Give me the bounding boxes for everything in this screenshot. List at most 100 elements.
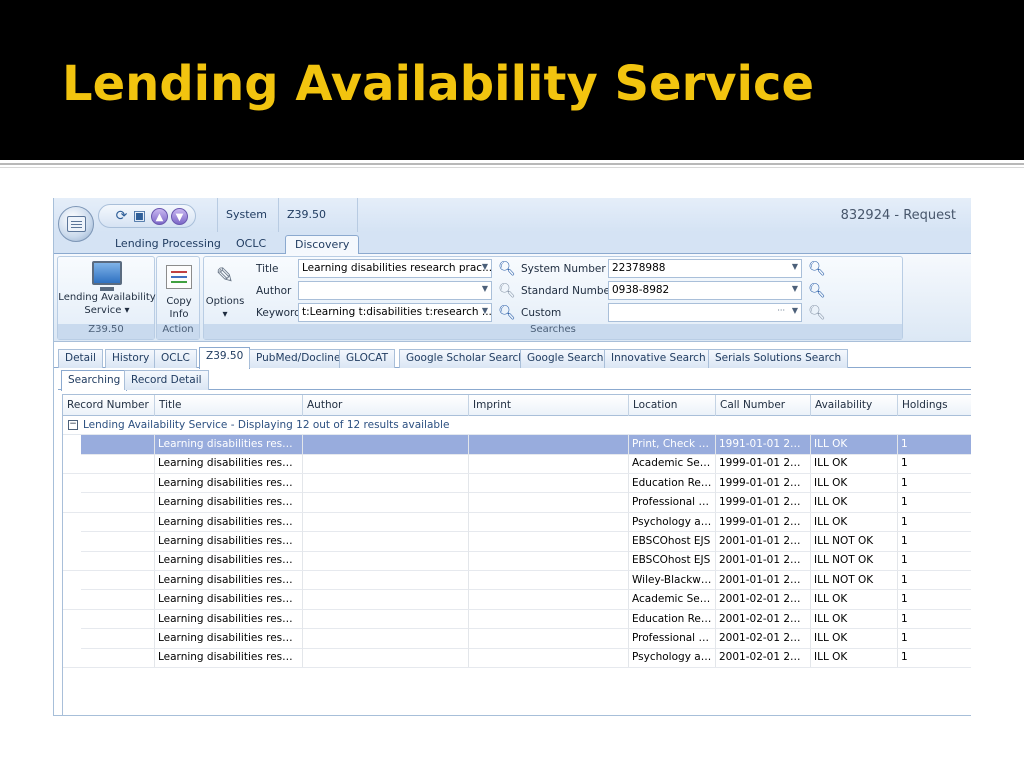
tab-lending-processing[interactable]: Lending Processing [106, 235, 230, 254]
copy-info-button[interactable]: Copy Info [157, 259, 201, 321]
cell-imprint [469, 532, 629, 551]
tab-pubmed-docline[interactable]: PubMed/Docline [249, 349, 348, 368]
tab-google-search[interactable]: Google Search [520, 349, 611, 368]
context-tab-system[interactable]: System [217, 198, 277, 232]
cell-availability: ILL OK [811, 473, 898, 493]
context-tab-z3950[interactable]: Z39.50 [278, 198, 358, 232]
options-button[interactable]: ✎ Options ▾ [204, 259, 246, 321]
cell-call-number: 1999-01-01 200... [716, 512, 811, 532]
table-row[interactable]: Learning disabilities researc... Professi… [63, 493, 971, 513]
title-field[interactable]: Learning disabilities research prac... ▼ [298, 259, 492, 278]
tab-discovery[interactable]: Discovery [285, 235, 360, 255]
cell-location: Psychology an... [629, 512, 716, 532]
cell-imprint [469, 454, 629, 474]
table-row[interactable]: Learning disabilities researc... Psycholo… [63, 648, 971, 668]
cell-holdings: 1 [898, 454, 971, 473]
search-icon[interactable]: 🔍︎ [808, 304, 826, 322]
row-indent [63, 512, 81, 532]
record-tabs: Detail History OCLC Z39.50 PubMed/Doclin… [54, 346, 971, 369]
cell-title: Learning disabilities researc... [155, 473, 303, 493]
cell-availability: ILL NOT OK [811, 570, 898, 590]
ribbon-group-action: Copy Info Action [156, 256, 200, 340]
cell-record-number [81, 629, 155, 648]
dropdown-arrow-icon[interactable]: ▼ [482, 306, 488, 315]
tab-google-scholar-search[interactable]: Google Scholar Search [399, 349, 532, 368]
cell-holdings: 1 [898, 493, 971, 512]
column-header-call-number[interactable]: Call Number [716, 395, 811, 416]
cell-author [303, 648, 469, 668]
cell-location: Academic Sear... [629, 590, 716, 610]
tab-detail[interactable]: Detail [58, 349, 103, 368]
divider [0, 163, 1024, 165]
collapse-icon[interactable]: − [68, 420, 78, 430]
tab-history[interactable]: History [105, 349, 157, 368]
dropdown-arrow-icon[interactable]: ▼ [792, 284, 798, 293]
search-icon[interactable]: 🔍︎ [808, 260, 826, 278]
tab-oclc-record[interactable]: OCLC [154, 349, 197, 368]
save-icon[interactable]: ▣ [131, 208, 148, 225]
cell-location: Professional D... [629, 629, 716, 648]
table-row[interactable]: Learning disabilities researc... EBSCOhos… [63, 532, 971, 552]
tab-glocat[interactable]: GLOCAT [339, 349, 395, 368]
column-header-availability[interactable]: Availability [811, 395, 898, 416]
search-icon[interactable]: 🔍︎ [498, 304, 516, 322]
lending-availability-service-button[interactable]: Lending Availability Service ▾ [58, 259, 156, 317]
cell-author [303, 473, 469, 493]
tab-z3950[interactable]: Z39.50 [199, 347, 251, 369]
dropdown-arrow-icon[interactable]: ▼ [792, 262, 798, 271]
column-header-record-number[interactable]: Record Number [63, 395, 155, 416]
system-number-field[interactable]: 22378988 ▼ [608, 259, 802, 278]
refresh-icon[interactable]: ⟳ [113, 208, 130, 225]
cell-holdings: 1 [898, 551, 971, 570]
dropdown-arrow-icon[interactable]: ▼ [482, 284, 488, 293]
request-label: 832924 - Request [840, 208, 956, 223]
custom-field[interactable]: ··· ▼ [608, 303, 802, 322]
application-menu-button[interactable] [58, 206, 94, 242]
author-field[interactable]: ▼ [298, 281, 492, 300]
table-row[interactable]: Learning disabilities researc... EBSCOhos… [63, 551, 971, 571]
search-icon[interactable]: 🔍︎ [498, 260, 516, 278]
row-indent [63, 532, 81, 551]
cell-record-number [81, 570, 155, 590]
table-row[interactable]: Learning disabilities researc... Academic… [63, 454, 971, 474]
cell-author [303, 512, 469, 532]
cell-imprint [469, 648, 629, 668]
column-header-imprint[interactable]: Imprint [469, 395, 629, 416]
tab-record-detail[interactable]: Record Detail [124, 370, 209, 390]
up-icon[interactable]: ▲ [151, 208, 168, 225]
cell-availability: ILL OK [811, 512, 898, 532]
cell-record-number [81, 551, 155, 571]
column-header-location[interactable]: Location [629, 395, 716, 416]
copy-info-icon [166, 265, 192, 289]
search-icon[interactable]: 🔍︎ [808, 282, 826, 300]
ellipsis-icon[interactable]: ··· [777, 306, 785, 315]
dropdown-arrow-icon[interactable]: ▼ [482, 262, 488, 271]
cell-location: Professional D... [629, 493, 716, 513]
keyword-field[interactable]: t:Learning t:disabilities t:research ...… [298, 303, 492, 322]
search-icon[interactable]: 🔍︎ [498, 282, 516, 300]
cell-holdings: 1 [898, 648, 971, 667]
table-row[interactable]: Learning disabilities researc... Educatio… [63, 473, 971, 494]
table-row[interactable]: Learning disabilities researc... Psycholo… [63, 512, 971, 533]
column-header-title[interactable]: Title [155, 395, 303, 416]
tab-innovative-search[interactable]: Innovative Search [604, 349, 713, 368]
down-icon[interactable]: ▼ [171, 208, 188, 225]
cell-title: Learning disabilities researc... [155, 454, 303, 474]
table-row[interactable]: Learning disabilities researc... Professi… [63, 629, 971, 649]
dropdown-arrow-icon[interactable]: ▼ [792, 306, 798, 315]
table-row[interactable]: Learning disabilities researc... Academic… [63, 590, 971, 610]
tab-oclc[interactable]: OCLC [227, 235, 275, 254]
column-header-holdings[interactable]: Holdings [898, 395, 971, 416]
keyword-value: t:Learning t:disabilities t:research ... [302, 306, 492, 318]
cell-title: Learning disabilities researc... [155, 590, 303, 610]
cell-availability: ILL OK [811, 648, 898, 668]
table-row[interactable]: Learning disabilities researc... Educatio… [63, 609, 971, 630]
standard-number-field[interactable]: 0938-8982 ▼ [608, 281, 802, 300]
tab-searching[interactable]: Searching [61, 370, 128, 391]
tab-serials-solutions-search[interactable]: Serials Solutions Search [708, 349, 849, 368]
cell-call-number: 1991-01-01 200... [716, 435, 811, 454]
table-row[interactable]: Learning disabilities researc... Wiley-Bl… [63, 570, 971, 591]
column-header-author[interactable]: Author [303, 395, 469, 416]
table-row[interactable]: Learning disabilities researc... Print, C… [63, 435, 971, 455]
system-number-label: System Number [521, 263, 606, 275]
